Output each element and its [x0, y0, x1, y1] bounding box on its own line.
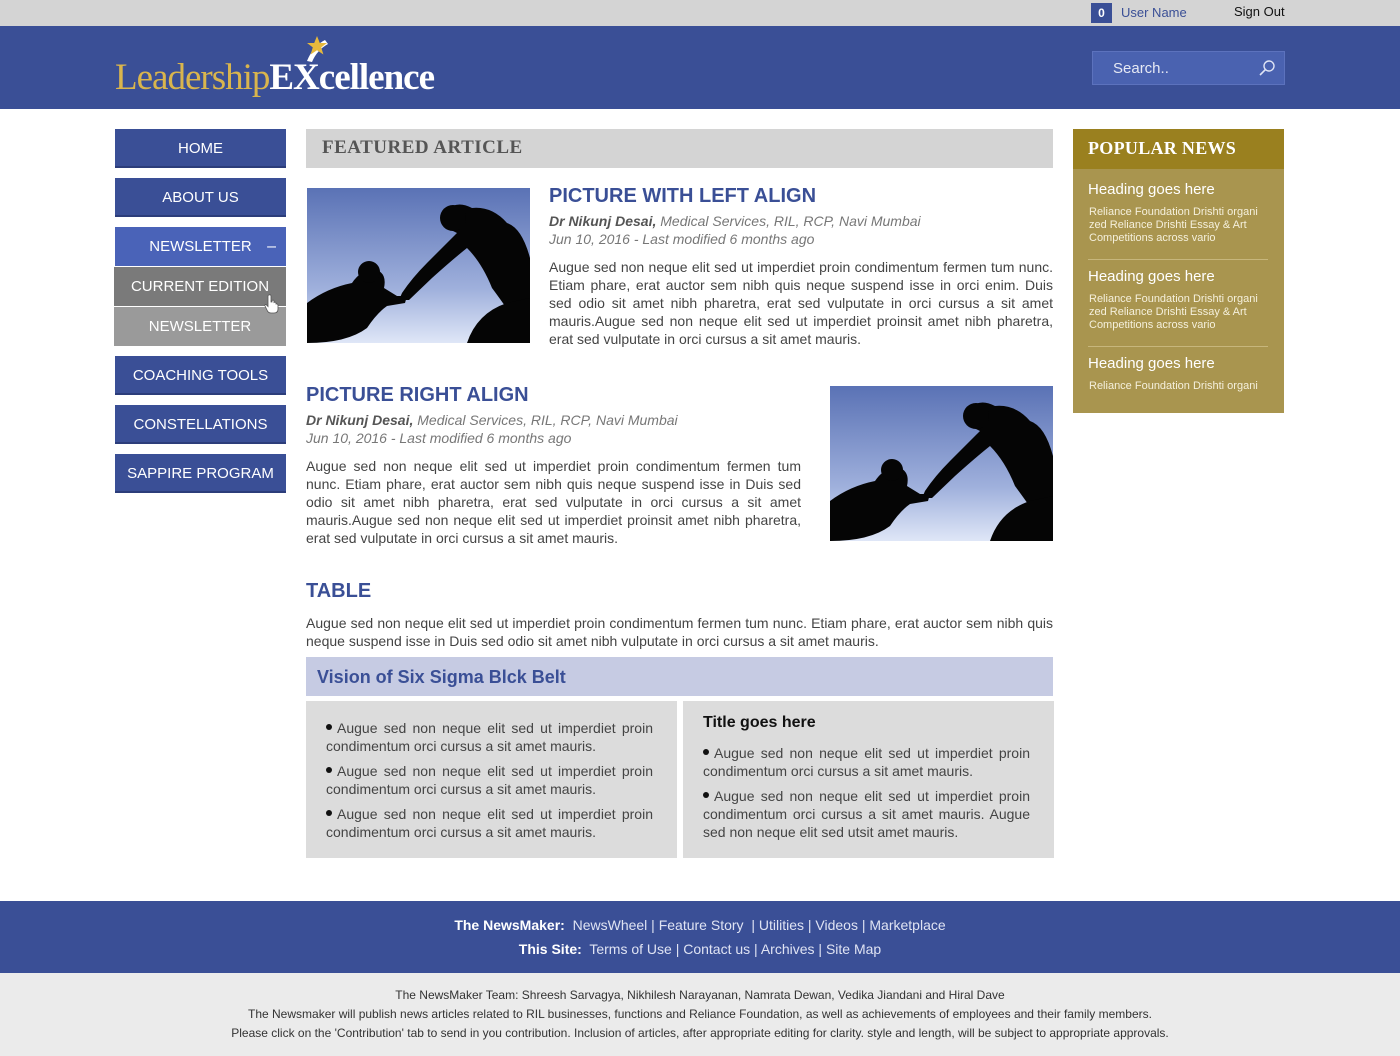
divider	[1088, 346, 1268, 347]
nav-sappire-program[interactable]: SAPPIRE PROGRAM	[115, 454, 286, 493]
logo-text: LeadershipEXcellence	[115, 56, 435, 99]
article1-author-name: Dr Nikunj Desai,	[549, 213, 657, 229]
collapse-icon[interactable]: –	[267, 227, 276, 266]
popular-item-heading[interactable]: Heading goes here	[1088, 181, 1215, 198]
logo-excellence: EXcellence	[269, 57, 435, 98]
list-item: Augue sed non neque elit sed ut imperdie…	[326, 762, 653, 798]
nav-current-edition[interactable]: CURRENT EDITION	[114, 267, 286, 306]
footer-link-newswheel[interactable]: NewsWheel	[573, 917, 648, 933]
article2-title[interactable]: PICTURE RIGHT ALIGN	[306, 384, 529, 407]
footer-note-2: Please click on the 'Contribution' tab t…	[231, 1026, 1169, 1040]
article2-author-name: Dr Nikunj Desai,	[306, 412, 414, 428]
nav-coaching-label: COACHING TOOLS	[132, 367, 269, 384]
footer-link-sitemap[interactable]: Site Map	[826, 941, 881, 957]
article-image-helping-hand[interactable]	[830, 386, 1053, 541]
footer-link-marketplace[interactable]: Marketplace	[869, 917, 945, 933]
bullet-text: Augue sed non neque elit sed ut imperdie…	[326, 763, 653, 797]
sign-out-link[interactable]: Sign Out	[1234, 4, 1285, 19]
divider	[1088, 259, 1268, 260]
nav-constellations-label: CONSTELLATIONS	[133, 416, 268, 433]
footer-note-1: The Newsmaker will publish news articles…	[248, 1007, 1152, 1021]
nav-home[interactable]: HOME	[115, 129, 286, 168]
footer-link-terms[interactable]: Terms of Use	[589, 941, 671, 957]
nav-constellations[interactable]: CONSTELLATIONS	[115, 405, 286, 444]
user-name-link[interactable]: User Name	[1121, 5, 1187, 20]
list-item: Augue sed non neque elit sed ut imperdie…	[703, 744, 1030, 780]
footer-link-videos[interactable]: Videos	[815, 917, 858, 933]
popular-item-text: Reliance Foundation Drishti organi	[1089, 380, 1258, 392]
current-edition-label: CURRENT EDITION	[130, 278, 270, 295]
footer-site-label: This Site:	[518, 941, 582, 957]
search-box[interactable]	[1092, 51, 1285, 85]
notification-badge[interactable]: 0	[1091, 3, 1112, 23]
nav-sappire-label: SAPPIRE PROGRAM	[127, 465, 274, 482]
bullet-text: Augue sed non neque elit sed ut imperdie…	[703, 788, 1030, 840]
footer-team: The NewsMaker Team: Shreesh Sarvagya, Ni…	[395, 988, 1005, 1002]
table-description: Augue sed non neque elit sed ut imperdie…	[306, 615, 1053, 649]
footer-links-bar	[0, 901, 1400, 973]
site-logo[interactable]: LeadershipEXcellence	[115, 34, 465, 104]
popular-item-text: Reliance Foundation Drishti organi zed R…	[1089, 206, 1258, 244]
article2-body: Augue sed non neque elit sed ut imperdie…	[306, 458, 801, 546]
logo-leadership: Leadership	[115, 57, 270, 98]
article2-author-info: Medical Services, RIL, RCP, Navi Mumbai	[413, 412, 678, 428]
list-item: Augue sed non neque elit sed ut imperdie…	[703, 787, 1030, 841]
list-item: Augue sed non neque elit sed ut imperdie…	[326, 805, 653, 841]
article1-title[interactable]: PICTURE WITH LEFT ALIGN	[549, 185, 816, 208]
footer-newsmaker-label: The NewsMaker:	[454, 917, 565, 933]
nav-coaching-tools[interactable]: COACHING TOOLS	[115, 356, 286, 395]
article1-date: Jun 10, 2016 - Last modified 6 months ag…	[549, 231, 815, 247]
bullet-text: Augue sed non neque elit sed ut imperdie…	[326, 806, 653, 840]
nav-about-label: ABOUT US	[162, 189, 239, 206]
nav-home-label: HOME	[178, 140, 223, 157]
vision-title: Vision of Six Sigma Blck Belt	[317, 667, 566, 687]
hand-cursor-icon	[264, 294, 279, 314]
footer-site-row: This Site: Terms of Use | Contact us | A…	[518, 941, 882, 957]
search-input[interactable]	[1093, 52, 1253, 84]
article2-author: Dr Nikunj Desai, Medical Services, RIL, …	[306, 412, 678, 428]
popular-item-heading[interactable]: Heading goes here	[1088, 268, 1215, 285]
footer-newsmaker-row: The NewsMaker: NewsWheel | Feature Story…	[454, 917, 946, 933]
table-section-title: TABLE	[306, 580, 372, 602]
bullet-text: Augue sed non neque elit sed ut imperdie…	[703, 745, 1030, 779]
footer-link-contact[interactable]: Contact us	[683, 941, 750, 957]
popular-item-heading[interactable]: Heading goes here	[1088, 355, 1215, 372]
footer-link-feature-story[interactable]: Feature Story	[659, 917, 744, 933]
nav-about-us[interactable]: ABOUT US	[115, 178, 286, 217]
search-icon[interactable]	[1258, 59, 1276, 77]
popular-item-text: Reliance Foundation Drishti organi zed R…	[1089, 293, 1258, 331]
list-item: Augue sed non neque elit sed ut imperdie…	[326, 719, 653, 755]
popular-news-title: POPULAR NEWS	[1088, 138, 1237, 158]
top-bar	[0, 0, 1400, 26]
article1-author-info: Medical Services, RIL, RCP, Navi Mumbai	[656, 213, 921, 229]
right-cell-title: Title goes here	[703, 714, 816, 731]
footer-link-utilities[interactable]: Utilities	[759, 917, 804, 933]
nav-newsletter[interactable]: NEWSLETTER –	[115, 227, 286, 266]
bullet-text: Augue sed non neque elit sed ut imperdie…	[326, 720, 653, 754]
article1-author: Dr Nikunj Desai, Medical Services, RIL, …	[549, 213, 921, 229]
nav-newsletter-archive[interactable]: NEWSLETTER ARCHIVE	[114, 307, 286, 374]
article2-date: Jun 10, 2016 - Last modified 6 months ag…	[306, 430, 572, 446]
article1-body: Augue sed non neque elit sed ut imperdie…	[549, 259, 1053, 347]
nav-newsletter-label: NEWSLETTER	[149, 238, 252, 255]
featured-article-title: FEATURED ARTICLE	[322, 137, 523, 158]
footer-link-archives[interactable]: Archives	[761, 941, 815, 957]
article-image-helping-hand[interactable]	[307, 188, 530, 343]
